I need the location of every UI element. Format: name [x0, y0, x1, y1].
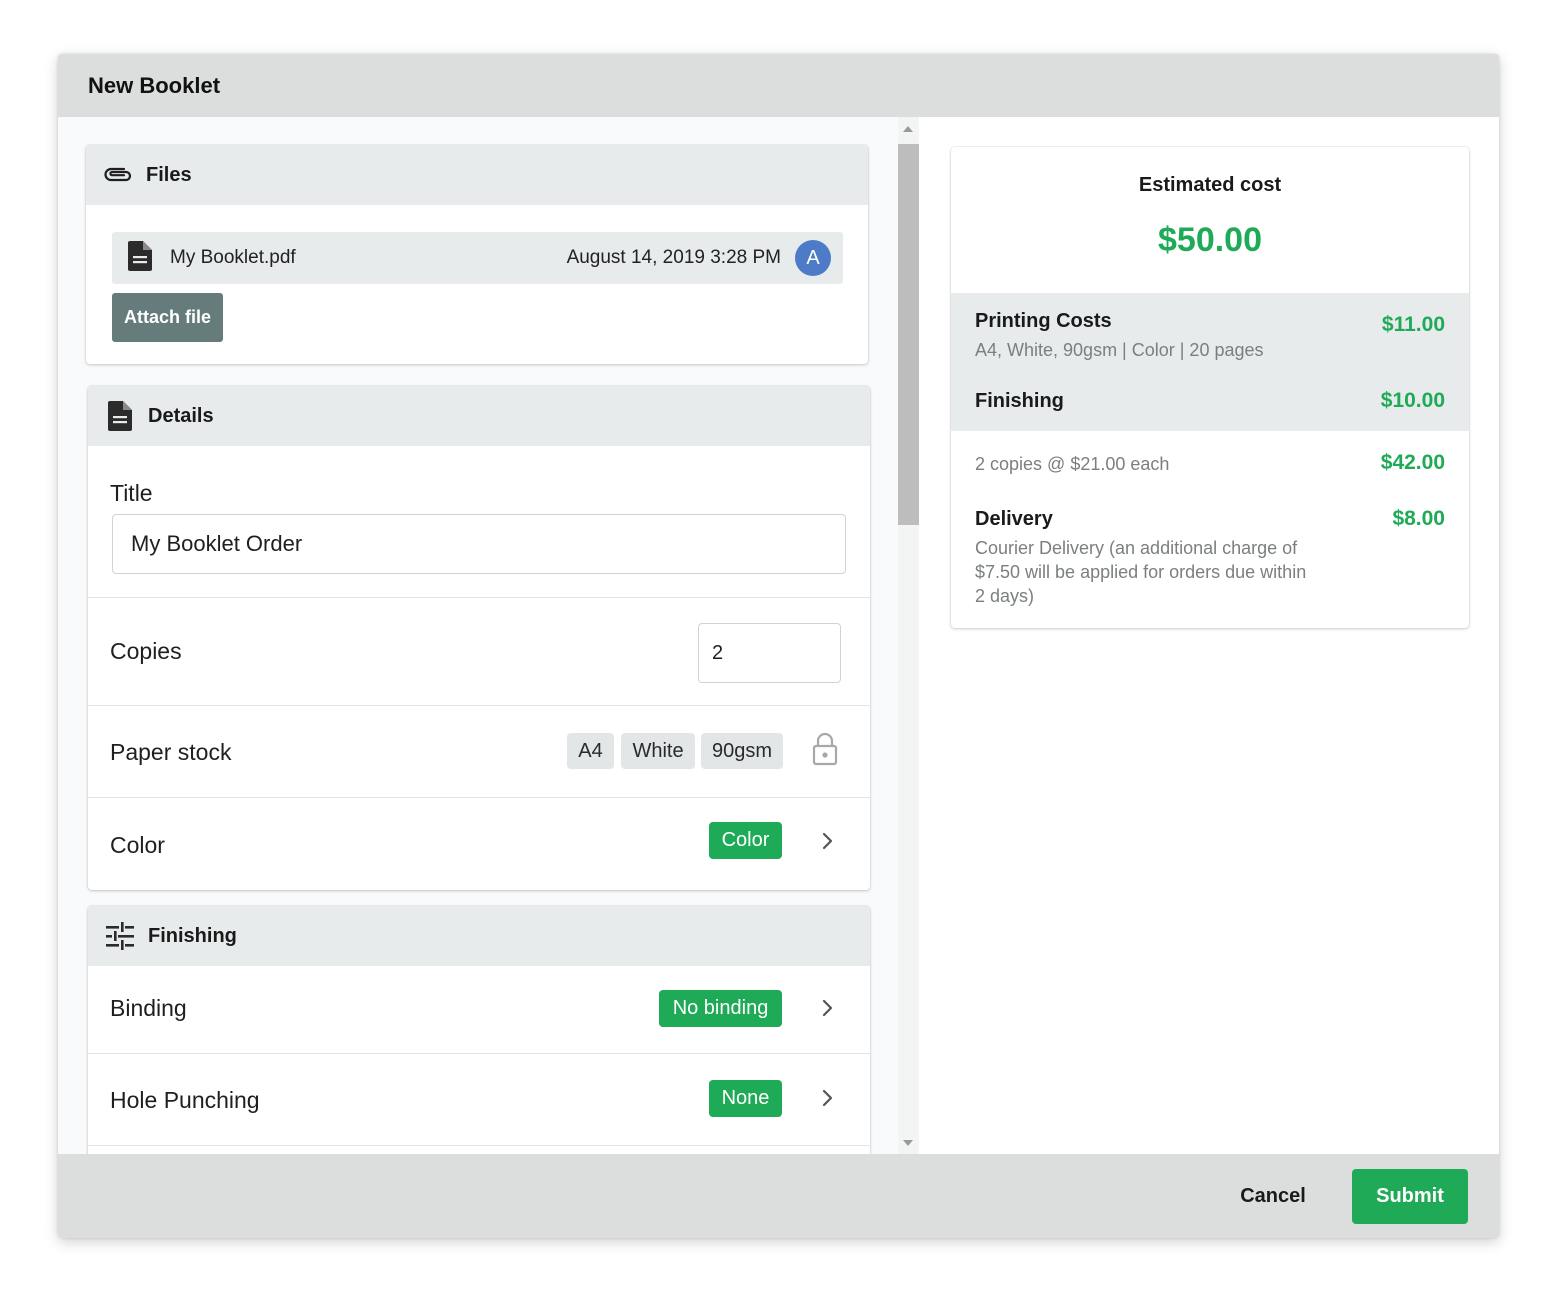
files-card-header: Files [86, 145, 868, 205]
chevron-right-icon[interactable] [818, 832, 836, 850]
details-card: Details Title Copies Paper stock A4 Whit… [88, 386, 870, 890]
uploader-avatar: A [795, 240, 831, 276]
binding-value-badge: No binding [659, 990, 782, 1027]
paper-color-chip: White [621, 733, 695, 769]
delivery-amount: $8.00 [1392, 507, 1445, 530]
binding-label: Binding [110, 995, 187, 1021]
finishing-heading: Finishing [148, 924, 237, 947]
color-value-badge: Color [709, 822, 782, 859]
title-row: Title [88, 446, 870, 597]
sliders-icon [104, 920, 136, 952]
finishing-card: Finishing Binding No binding Hole Punchi… [88, 906, 870, 1154]
attached-file-row[interactable]: My Booklet.pdf August 14, 2019 3:28 PM A [112, 232, 843, 284]
delivery-label: Delivery [975, 508, 1053, 530]
files-card: Files My Booklet.pdf August 14, 2019 3:2… [86, 145, 868, 364]
color-label: Color [110, 832, 165, 858]
paper-stock-row: Paper stock A4 White 90gsm [88, 705, 870, 797]
form-scrollbar[interactable] [898, 117, 919, 1154]
lock-icon[interactable] [812, 732, 838, 771]
new-booklet-dialog: New Booklet Files My Booklet.pdf August … [58, 54, 1499, 1238]
title-input[interactable] [112, 514, 846, 574]
estimated-cost-card: Estimated cost $50.00 Printing Costs $11… [951, 147, 1469, 628]
document-icon [128, 240, 152, 276]
hole-punching-value-badge: None [709, 1080, 782, 1117]
delivery-description-line-2: $7.50 will be applied for orders due wit… [975, 562, 1307, 582]
title-label: Title [110, 480, 153, 506]
scroll-down-arrow-icon[interactable] [903, 1140, 913, 1146]
hole-punching-row[interactable]: Hole Punching None [88, 1053, 870, 1145]
copies-label: Copies [110, 638, 182, 664]
details-heading: Details [148, 404, 214, 427]
next-finishing-row [88, 1145, 870, 1154]
chevron-right-icon[interactable] [818, 1089, 836, 1107]
cost-breakdown-section: Printing Costs $11.00 A4, White, 90gsm |… [951, 293, 1469, 431]
printing-costs-amount: $11.00 [1381, 313, 1445, 336]
printing-costs-label: Printing Costs [975, 310, 1112, 332]
delivery-description-line-1: Courier Delivery (an additional charge o… [975, 538, 1298, 558]
finishing-card-header: Finishing [88, 906, 870, 966]
files-heading: Files [146, 163, 192, 186]
paper-size-chip: A4 [567, 733, 614, 769]
attach-file-button[interactable]: Attach file [112, 293, 223, 342]
copies-cost-description: 2 copies @ $21.00 each [975, 454, 1170, 474]
details-card-header: Details [88, 386, 870, 446]
order-form-pane: Files My Booklet.pdf August 14, 2019 3:2… [58, 117, 898, 1154]
dialog-title: New Booklet [58, 54, 1499, 117]
binding-row[interactable]: Binding No binding [88, 966, 870, 1053]
color-row[interactable]: Color Color [88, 797, 870, 890]
hole-punching-label: Hole Punching [110, 1087, 260, 1113]
file-name: My Booklet.pdf [170, 247, 296, 268]
estimated-cost-label: Estimated cost [1138, 174, 1282, 196]
finishing-cost-label: Finishing [975, 390, 1064, 412]
paper-weight-chip: 90gsm [701, 733, 783, 769]
printing-costs-description: A4, White, 90gsm | Color | 20 pages [975, 340, 1264, 360]
finishing-cost-amount: $10.00 [1380, 389, 1445, 412]
copies-cost-amount: $42.00 [1380, 451, 1445, 474]
delivery-description-line-3: 2 days) [975, 586, 1035, 606]
scroll-up-arrow-icon[interactable] [903, 126, 913, 132]
chevron-right-icon[interactable] [818, 999, 836, 1017]
cancel-button[interactable]: Cancel [1218, 1176, 1328, 1216]
document-icon [104, 400, 136, 432]
scrollbar-thumb[interactable] [898, 144, 919, 525]
copies-row: Copies [88, 597, 870, 705]
cost-summary-pane: Estimated cost $50.00 Printing Costs $11… [919, 117, 1499, 1154]
estimated-cost-total: $50.00 [1158, 221, 1262, 259]
file-upload-date: August 14, 2019 3:28 PM [566, 247, 781, 268]
paperclip-icon [102, 159, 134, 191]
copies-input[interactable] [698, 623, 841, 683]
paper-stock-label: Paper stock [110, 739, 232, 765]
submit-button[interactable]: Submit [1352, 1169, 1468, 1224]
estimate-header: Estimated cost $50.00 [951, 147, 1469, 293]
dialog-footer: Cancel Submit [58, 1154, 1499, 1238]
